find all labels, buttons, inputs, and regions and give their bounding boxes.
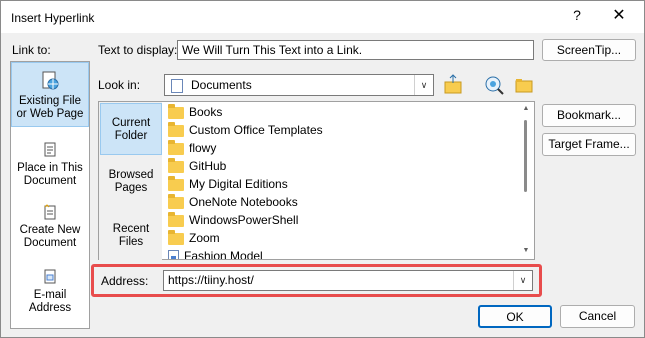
file-list: Books Custom Office Templates flowy GitH… bbox=[162, 101, 535, 260]
scroll-up-icon[interactable]: ▲ bbox=[518, 105, 534, 112]
scrollbar-thumb[interactable] bbox=[524, 120, 527, 192]
list-item[interactable]: OneNote Notebooks bbox=[168, 193, 298, 211]
link-to-place-line1: Place in This bbox=[17, 162, 83, 174]
folder-icon bbox=[168, 193, 184, 209]
link-to-create-new[interactable]: Create New Document bbox=[11, 204, 89, 254]
browsed-pages-line1: Browsed bbox=[108, 169, 154, 181]
address-value: https://tiiny.host/ bbox=[168, 273, 254, 287]
folder-icon bbox=[168, 211, 184, 227]
documents-icon bbox=[171, 79, 183, 93]
list-item[interactable]: Fashion Model bbox=[168, 247, 263, 259]
look-in-value: Documents bbox=[191, 78, 252, 92]
list-item[interactable]: GitHub bbox=[168, 157, 226, 175]
link-to-existing-line2: or Web Page bbox=[16, 108, 84, 120]
text-to-display-label: Text to display: bbox=[98, 43, 178, 57]
list-item[interactable]: Custom Office Templates bbox=[168, 121, 323, 139]
chevron-down-icon[interactable]: ∨ bbox=[513, 271, 532, 290]
chevron-down-icon[interactable]: ∨ bbox=[414, 75, 433, 95]
link-to-existing-file[interactable]: Existing File or Web Page bbox=[11, 62, 89, 127]
link-to-place-in-document[interactable]: Place in This Document bbox=[11, 142, 89, 192]
tab-browsed-pages[interactable]: Browsed Pages bbox=[100, 169, 162, 199]
link-to-panel: Existing File or Web Page Place in This … bbox=[10, 61, 90, 329]
help-button[interactable]: ? bbox=[567, 7, 587, 23]
new-document-icon bbox=[44, 204, 56, 220]
recent-files-line1: Recent bbox=[112, 223, 150, 235]
scroll-down-icon[interactable]: ▼ bbox=[518, 247, 534, 254]
browsed-pages-line2: Pages bbox=[114, 182, 148, 194]
browse-file-icon[interactable] bbox=[513, 74, 535, 96]
link-to-create-line1: Create New bbox=[19, 224, 81, 236]
address-input[interactable]: https://tiiny.host/ ∨ bbox=[163, 270, 533, 291]
folder-icon bbox=[168, 157, 184, 173]
list-item[interactable]: Zoom bbox=[168, 229, 220, 247]
current-folder-line1: Current bbox=[111, 117, 151, 129]
cancel-button[interactable]: Cancel bbox=[560, 305, 635, 328]
scrollbar[interactable]: ▲ ▼ bbox=[518, 102, 534, 259]
document-place-icon bbox=[44, 142, 56, 157]
folder-icon bbox=[168, 229, 184, 245]
list-item[interactable]: flowy bbox=[168, 139, 216, 157]
ok-button[interactable]: OK bbox=[478, 305, 552, 328]
current-folder-line2: Folder bbox=[114, 130, 148, 142]
bookmark-button[interactable]: Bookmark... bbox=[542, 104, 636, 127]
insert-hyperlink-dialog: Insert Hyperlink ? ✕ Link to: Existing F… bbox=[0, 0, 645, 338]
link-to-email-line2: Address bbox=[28, 302, 72, 314]
look-in-label: Look in: bbox=[98, 78, 141, 92]
list-item[interactable]: WindowsPowerShell bbox=[168, 211, 298, 229]
title-bar: Insert Hyperlink ? ✕ bbox=[1, 1, 644, 33]
document-icon bbox=[168, 249, 179, 259]
globe-file-icon bbox=[42, 71, 59, 90]
link-to-email-line1: E-mail bbox=[33, 289, 67, 301]
tab-recent-files[interactable]: Recent Files bbox=[100, 223, 162, 253]
address-label: Address: bbox=[101, 274, 149, 288]
folder-icon bbox=[168, 103, 184, 119]
link-to-label: Link to: bbox=[12, 43, 51, 57]
list-item[interactable]: My Digital Editions bbox=[168, 175, 288, 193]
link-to-email[interactable]: E-mail Address bbox=[11, 269, 89, 319]
up-folder-icon[interactable] bbox=[442, 74, 464, 96]
link-to-create-line2: Document bbox=[23, 237, 77, 249]
screentip-button[interactable]: ScreenTip... bbox=[542, 39, 636, 61]
email-icon bbox=[44, 269, 56, 284]
folder-icon bbox=[168, 121, 184, 137]
link-to-place-line2: Document bbox=[23, 175, 77, 187]
recent-files-line2: Files bbox=[118, 236, 144, 248]
text-to-display-input[interactable]: We Will Turn This Text into a Link. bbox=[177, 40, 534, 60]
folder-icon bbox=[168, 139, 184, 155]
browse-web-icon[interactable] bbox=[483, 74, 505, 96]
inner-sidebar: Current Folder Browsed Pages Recent File… bbox=[98, 101, 163, 260]
dialog-title: Insert Hyperlink bbox=[11, 11, 95, 25]
tab-current-folder[interactable]: Current Folder bbox=[100, 103, 162, 155]
target-frame-button[interactable]: Target Frame... bbox=[542, 133, 636, 156]
look-in-select[interactable]: Documents ∨ bbox=[164, 74, 434, 96]
folder-icon bbox=[168, 175, 184, 191]
list-item[interactable]: Books bbox=[168, 103, 222, 121]
close-button[interactable]: ✕ bbox=[607, 5, 631, 25]
link-to-existing-line1: Existing File bbox=[19, 95, 81, 107]
